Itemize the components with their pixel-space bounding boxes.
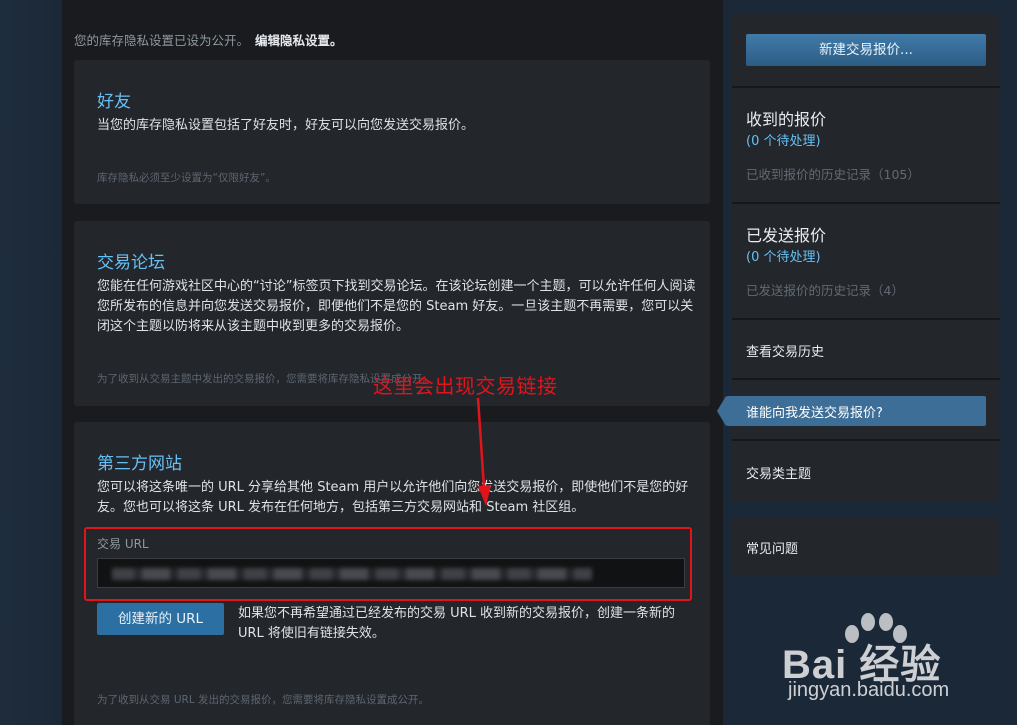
third-party-panel: 第三方网站 您可以将这条唯一的 URL 分享给其他 Steam 用户以允许他们向… [74, 422, 710, 725]
who-can-send-tab[interactable]: 谁能向我发送交易报价? [717, 396, 986, 426]
third-party-title: 第三方网站 [97, 454, 182, 474]
friends-footnote: 库存隐私必须至少设置为“仅限好友”。 [97, 172, 276, 184]
sidebar-divider [732, 202, 1000, 204]
friends-description: 当您的库存隐私设置包括了好友时，好友可以向您发送交易报价。 [97, 118, 475, 133]
faq-link[interactable]: 常见问题 [746, 538, 798, 557]
sidebar-menu-box: 新建交易报价... 收到的报价 (0 个待处理) 已收到报价的历史记录（105）… [717, 13, 1000, 501]
received-offers-title[interactable]: 收到的报价 [746, 106, 826, 130]
sidebar-divider [732, 439, 1000, 441]
friends-panel: 好友 当您的库存隐私设置包括了好友时，好友可以向您发送交易报价。 库存隐私必须至… [74, 60, 710, 204]
view-trade-history-link[interactable]: 查看交易历史 [746, 341, 824, 360]
sidebar: 新建交易报价... 收到的报价 (0 个待处理) 已收到报价的历史记录（105）… [717, 0, 1017, 725]
received-pending-link[interactable]: (0 个待处理) [746, 130, 821, 149]
received-history-link[interactable]: 已收到报价的历史记录（105） [746, 164, 920, 183]
blurred-url-text [112, 568, 592, 580]
sidebar-divider [732, 318, 1000, 320]
third-party-description: 您可以将这条唯一的 URL 分享给其他 Steam 用户以允许他们向您发送交易报… [97, 480, 689, 515]
trade-url-field[interactable] [97, 558, 685, 588]
left-edge-background [0, 0, 62, 725]
sent-pending-link[interactable]: (0 个待处理) [746, 246, 821, 265]
faq-box: 常见问题 [732, 517, 1000, 575]
create-url-description: 如果您不再希望通过已经发布的交易 URL 收到新的交易报价，创建一条新的 URL… [238, 606, 676, 641]
third-party-footnote: 为了收到从交易 URL 发出的交易报价，您需要将库存隐私设置成公开。 [97, 694, 430, 706]
privacy-note: 您的库存隐私设置已设为公开。 编辑隐私设置。 [74, 30, 343, 49]
annotation-text: 这里会出现交易链接 [373, 374, 558, 398]
create-new-url-button[interactable]: 创建新的 URL [97, 603, 224, 635]
trade-forum-title: 交易论坛 [97, 253, 165, 273]
sent-offers-title[interactable]: 已发送报价 [746, 222, 826, 246]
trade-topics-link[interactable]: 交易类主题 [746, 463, 811, 482]
sidebar-divider [732, 86, 1000, 88]
who-can-send-label: 谁能向我发送交易报价? [746, 406, 883, 421]
sidebar-divider [732, 378, 1000, 380]
column-gap [723, 0, 732, 725]
friends-title: 好友 [97, 92, 131, 112]
sent-history-link[interactable]: 已发送报价的历史记录（4） [746, 280, 904, 299]
privacy-note-text: 您的库存隐私设置已设为公开。 [74, 33, 250, 48]
trade-forum-description: 您能在任何游戏社区中心的“讨论”标签页下找到交易论坛。在该论坛创建一个主题，可以… [97, 279, 696, 334]
new-trade-offer-button[interactable]: 新建交易报价... [746, 34, 986, 66]
edit-privacy-link[interactable]: 编辑隐私设置。 [255, 33, 343, 48]
trade-url-label: 交易 URL [97, 537, 149, 551]
